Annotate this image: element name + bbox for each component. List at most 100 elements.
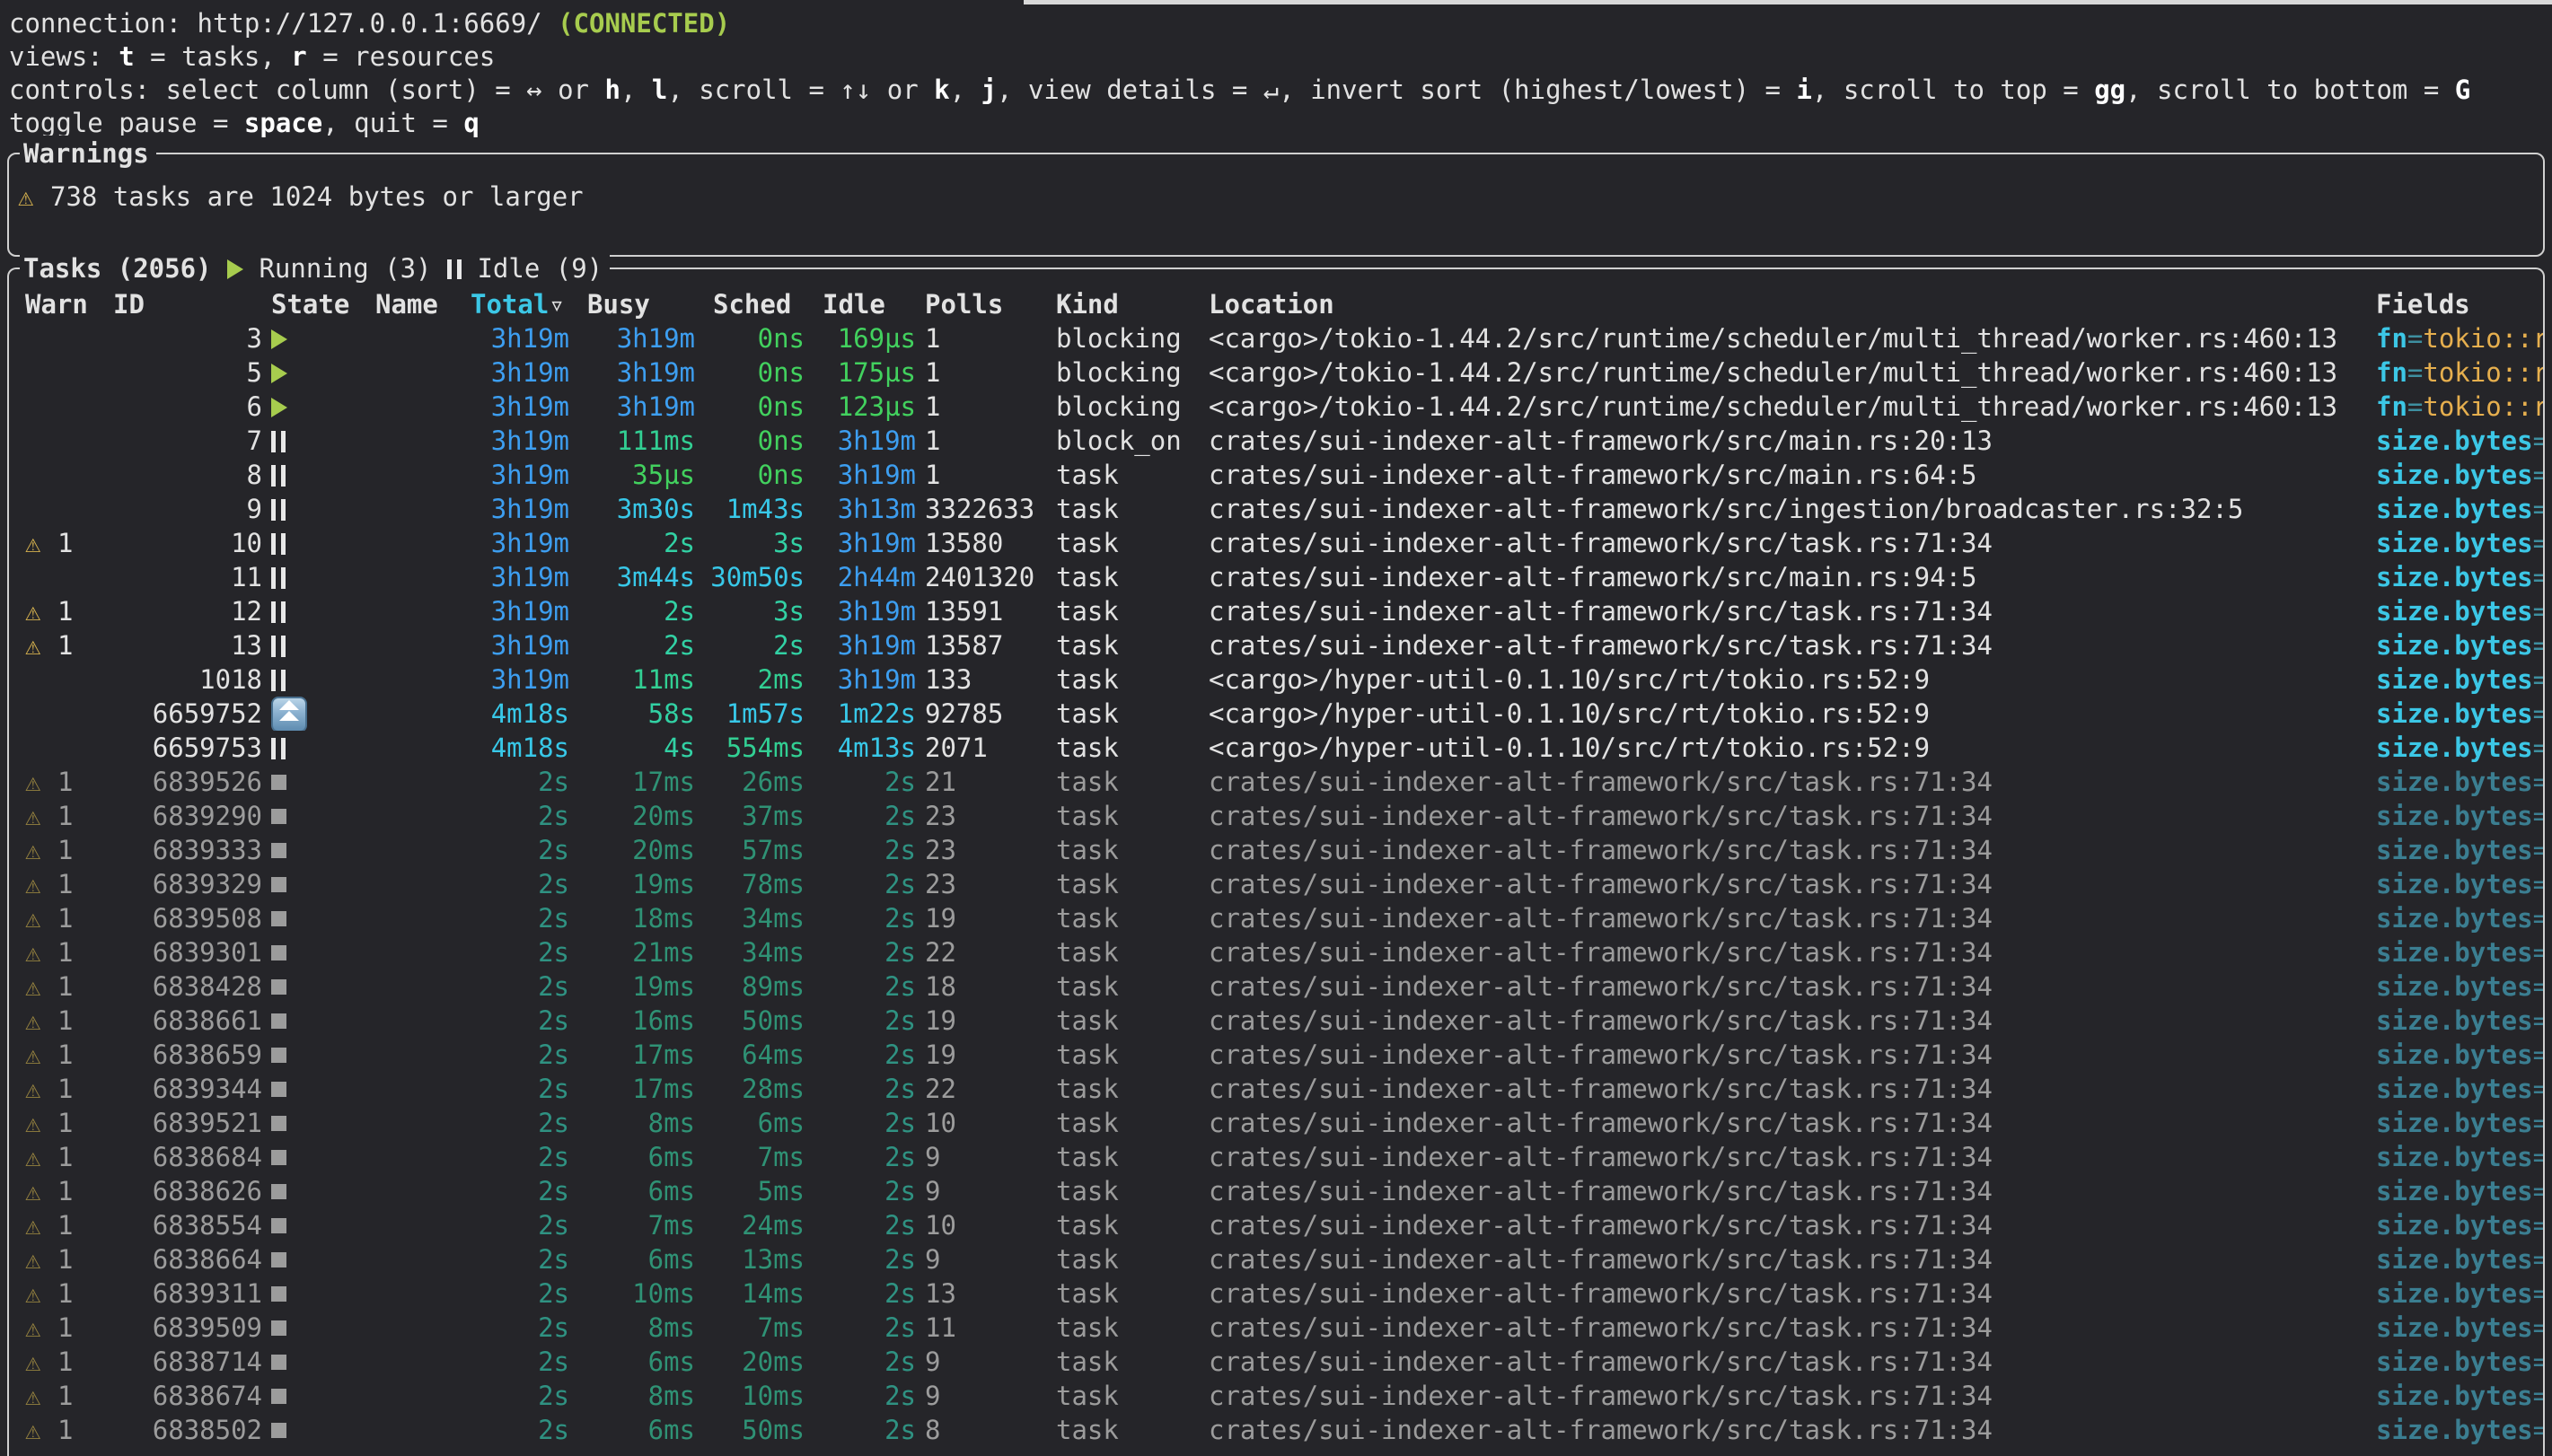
warn-cell: ⚠1: [18, 1276, 104, 1311]
table-row[interactable]: ⚠1 6839329 2s 19ms 78ms 2s 23 task crate…: [9, 867, 2543, 901]
table-row[interactable]: 6659753 4m18s 4s 554ms 4m13s 2071 task <…: [9, 731, 2543, 765]
table-row[interactable]: 9 3h19m 3m30s 1m43s 3h13m 3322633 task c…: [9, 492, 2543, 526]
table-row[interactable]: 7 3h19m 111ms 0ns 3h19m 1 block_on crate…: [9, 424, 2543, 458]
column-header-kind[interactable]: Kind: [1047, 287, 1200, 321]
state-cell: [262, 1140, 366, 1174]
total-duration-cell: 2s: [453, 1208, 569, 1242]
busy-duration-cell: 20ms: [569, 799, 695, 833]
column-header-idle[interactable]: Idle: [805, 287, 916, 321]
help-header: connection: http://127.0.0.1:6669/ (CONN…: [9, 7, 2470, 140]
table-row[interactable]: ⚠1 13 3h19m 2s 2s 3h19m 13587 task crate…: [9, 628, 2543, 662]
completed-icon: [271, 945, 286, 960]
warning-triangle-icon: ⚠: [25, 594, 57, 628]
polls-cell: 22: [916, 935, 1047, 969]
warn-cell: ⚠1: [18, 833, 104, 867]
table-row[interactable]: ⚠1 6839509 2s 8ms 7ms 2s 11 task crates/…: [9, 1311, 2543, 1345]
sched-duration-cell: 20ms: [695, 1345, 805, 1379]
field-key: size.bytes: [2376, 903, 2533, 934]
idle-duration-cell: 2s: [805, 1379, 916, 1413]
table-row[interactable]: ⚠1 6839508 2s 18ms 34ms 2s 19 task crate…: [9, 901, 2543, 935]
warning-item: ⚠738 tasks are 1024 bytes or larger: [18, 180, 2543, 214]
warn-cell: ⚠1: [18, 799, 104, 833]
idle-duration-cell: 123µs: [805, 390, 916, 424]
field-separator: =: [2533, 562, 2543, 592]
table-row[interactable]: ⚠1 6838714 2s 6ms 20ms 2s 9 task crates/…: [9, 1345, 2543, 1379]
state-cell: [262, 1038, 366, 1072]
column-header-state[interactable]: State: [262, 287, 366, 321]
table-row[interactable]: 1018 3h19m 11ms 2ms 3h19m 133 task <carg…: [9, 662, 2543, 697]
table-row[interactable]: ⚠1 6839344 2s 17ms 28ms 2s 22 task crate…: [9, 1072, 2543, 1106]
table-row[interactable]: ⚠1 6839521 2s 8ms 6ms 2s 10 task crates/…: [9, 1106, 2543, 1140]
warn-cell: [18, 492, 104, 526]
warning-triangle-icon: ⚠: [18, 180, 50, 214]
column-header-fields[interactable]: Fields: [2367, 287, 2543, 321]
fields-cell: size.bytes=: [2367, 833, 2543, 867]
table-row[interactable]: ⚠1 6839311 2s 10ms 14ms 2s 13 task crate…: [9, 1276, 2543, 1311]
idle-count: Idle (9): [477, 253, 603, 284]
location-cell: crates/sui-indexer-alt-framework/src/tas…: [1200, 1038, 2367, 1072]
column-header-total[interactable]: Total▿: [453, 287, 569, 321]
state-cell: [262, 1106, 366, 1140]
tasks-title: Tasks (2056) Running (3) Idle (9): [20, 250, 610, 286]
fields-cell: size.bytes=: [2367, 662, 2543, 697]
help-text: ,: [950, 75, 981, 105]
location-cell: <cargo>/tokio-1.44.2/src/runtime/schedul…: [1200, 390, 2367, 424]
table-row[interactable]: ⚠1 12 3h19m 2s 3s 3h19m 13591 task crate…: [9, 594, 2543, 628]
table-row[interactable]: ⚠1 6838661 2s 16ms 50ms 2s 19 task crate…: [9, 1004, 2543, 1038]
column-header-location[interactable]: Location: [1200, 287, 2367, 321]
location-cell: crates/sui-indexer-alt-framework/src/tas…: [1200, 765, 2367, 799]
column-header-id[interactable]: ID: [104, 287, 262, 321]
column-header-busy[interactable]: Busy: [569, 287, 695, 321]
paused-icon: [271, 533, 286, 555]
fields-cell: size.bytes=: [2367, 901, 2543, 935]
warn-cell: [18, 390, 104, 424]
paused-icon: [271, 601, 286, 623]
kind-cell: task: [1047, 1174, 1200, 1208]
table-row[interactable]: ⚠1 6838659 2s 17ms 64ms 2s 19 task crate…: [9, 1038, 2543, 1072]
table-row[interactable]: ⚠1 10 3h19m 2s 3s 3h19m 13580 task crate…: [9, 526, 2543, 560]
idle-duration-cell: 2s: [805, 1174, 916, 1208]
table-row[interactable]: 6659752 4m18s 58s 1m57s 1m22s 92785 task…: [9, 697, 2543, 731]
warn-cell: [18, 662, 104, 697]
warn-cell: ⚠1: [18, 1038, 104, 1072]
table-row[interactable]: 5 3h19m 3h19m 0ns 175µs 1 blocking <carg…: [9, 355, 2543, 390]
table-row[interactable]: 3 3h19m 3h19m 0ns 169µs 1 blocking <carg…: [9, 321, 2543, 355]
table-row[interactable]: ⚠1 6839290 2s 20ms 37ms 2s 23 task crate…: [9, 799, 2543, 833]
table-row[interactable]: ⚠1 6838554 2s 7ms 24ms 2s 10 task crates…: [9, 1208, 2543, 1242]
table-row[interactable]: ⚠1 6838626 2s 6ms 5ms 2s 9 task crates/s…: [9, 1174, 2543, 1208]
location-cell: crates/sui-indexer-alt-framework/src/tas…: [1200, 799, 2367, 833]
help-line-3: toggle pause = space, quit = q: [9, 107, 2470, 140]
table-row[interactable]: 8 3h19m 35µs 0ns 3h19m 1 task crates/sui…: [9, 458, 2543, 492]
column-header-polls[interactable]: Polls: [916, 287, 1047, 321]
field-key: size.bytes: [2376, 1074, 2533, 1104]
total-duration-cell: 2s: [453, 1140, 569, 1174]
location-cell: crates/sui-indexer-alt-framework/src/tas…: [1200, 1004, 2367, 1038]
total-duration-cell: 3h19m: [453, 628, 569, 662]
state-cell: [262, 1379, 366, 1413]
column-header-warn[interactable]: Warn: [18, 287, 104, 321]
task-id-cell: 6659752: [104, 697, 262, 731]
fields-cell: fn=tokio::r: [2367, 321, 2543, 355]
total-duration-cell: 2s: [453, 969, 569, 1004]
name-cell: [366, 1140, 453, 1174]
idle-duration-cell: 2s: [805, 1242, 916, 1276]
column-header-sched[interactable]: Sched: [695, 287, 805, 321]
column-header-name[interactable]: Name: [366, 287, 453, 321]
busy-duration-cell: 3h19m: [569, 321, 695, 355]
table-row[interactable]: ⚠1 6838502 2s 6ms 50ms 2s 8 task crates/…: [9, 1413, 2543, 1447]
table-row[interactable]: ⚠1 6838664 2s 6ms 13ms 2s 9 task crates/…: [9, 1242, 2543, 1276]
table-row[interactable]: ⚠1 6838674 2s 8ms 10ms 2s 9 task crates/…: [9, 1379, 2543, 1413]
busy-duration-cell: 6ms: [569, 1242, 695, 1276]
table-row[interactable]: 6 3h19m 3h19m 0ns 123µs 1 blocking <carg…: [9, 390, 2543, 424]
table-row[interactable]: ⚠1 6838428 2s 19ms 89ms 2s 18 task crate…: [9, 969, 2543, 1004]
table-row[interactable]: ⚠1 6839333 2s 20ms 57ms 2s 23 task crate…: [9, 833, 2543, 867]
field-key: size.bytes: [2376, 1346, 2533, 1377]
sched-duration-cell: 34ms: [695, 935, 805, 969]
task-id-cell: 6838659: [104, 1038, 262, 1072]
warn-cell: [18, 697, 104, 731]
table-row[interactable]: ⚠1 6839526 2s 17ms 26ms 2s 21 task crate…: [9, 765, 2543, 799]
table-row[interactable]: 11 3h19m 3m44s 30m50s 2h44m 2401320 task…: [9, 560, 2543, 594]
location-cell: crates/sui-indexer-alt-framework/src/tas…: [1200, 1106, 2367, 1140]
table-row[interactable]: ⚠1 6838684 2s 6ms 7ms 2s 9 task crates/s…: [9, 1140, 2543, 1174]
table-row[interactable]: ⚠1 6839301 2s 21ms 34ms 2s 22 task crate…: [9, 935, 2543, 969]
